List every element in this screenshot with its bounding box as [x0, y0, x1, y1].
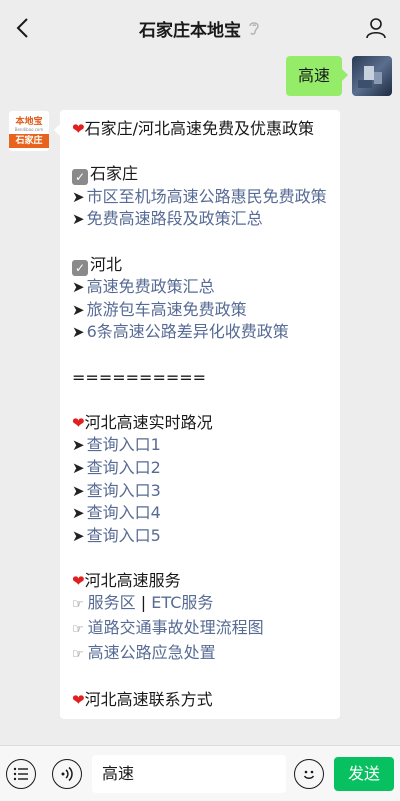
list-item: ➤ 旅游包车高速免费政策	[72, 299, 328, 322]
query-link[interactable]: 查询入口4	[87, 503, 161, 522]
separator: ==========	[72, 367, 207, 387]
list-item: ➤ 6条高速公路差异化收费政策	[72, 321, 328, 344]
avatar-logo-sub: Bendibao.com	[14, 126, 44, 132]
arrow-icon: ➤	[72, 481, 85, 500]
policy-link[interactable]: 旅游包车高速免费政策	[87, 300, 247, 319]
list-item: ➤ 免费高速路段及政策汇总	[72, 208, 328, 231]
heart-icon: ❤	[72, 690, 85, 709]
message-input[interactable]: 高速	[92, 755, 286, 793]
bot-message-bubble: ❤石家庄/河北高速免费及优惠政策 ✓ 石家庄 ➤ 市区至机场高速公路惠民免费政策 ➤…	[54, 110, 340, 720]
pointing-hand-icon: ☞	[72, 622, 84, 638]
profile-button[interactable]	[360, 12, 392, 44]
arrow-icon: ➤	[72, 187, 85, 206]
list-item: ➤ 高速免费政策汇总	[72, 276, 328, 299]
service-link[interactable]: 高速公路应急处置	[88, 643, 216, 662]
arrow-icon: ➤	[72, 504, 85, 523]
input-bar: 高速 发送	[0, 745, 400, 801]
section-heading-hebei: ✓ 河北	[72, 254, 328, 277]
avatar-logo-text: 本地宝	[15, 116, 43, 127]
title-wrap: 石家庄本地宝	[139, 16, 261, 41]
heart-icon: ❤	[72, 120, 85, 138]
query-link[interactable]: 查询入口1	[87, 435, 161, 454]
list-item: ➤ 查询入口1	[72, 434, 328, 457]
section-heading-traffic: ❤河北高速实时路况	[72, 412, 213, 432]
service-link[interactable]: 道路交通事故处理流程图	[88, 618, 264, 637]
user-message-bubble[interactable]: 高速	[285, 56, 349, 96]
bot-avatar[interactable]: 本地宝 Bendibao.com 石家庄	[8, 110, 50, 152]
list-item: ➤ 查询入口2	[72, 457, 328, 480]
menu-button[interactable]	[6, 759, 36, 789]
back-button[interactable]	[6, 12, 38, 44]
arrow-icon: ➤	[72, 436, 85, 455]
list-item: ☞ 服务区 | ETC服务	[72, 592, 328, 617]
page-title: 石家庄本地宝	[139, 20, 241, 41]
voice-button[interactable]	[52, 759, 82, 789]
person-icon	[366, 18, 386, 39]
list-item: ➤ 查询入口3	[72, 480, 328, 503]
arrow-icon: ➤	[72, 300, 85, 319]
user-avatar[interactable]	[352, 56, 392, 96]
pipe-separator: |	[140, 593, 147, 613]
list-item: ➤ 查询入口5	[72, 525, 328, 548]
heart-icon: ❤	[72, 571, 85, 590]
chat-area[interactable]: 高速 本地宝 Bendibao.com 石家庄 ❤石家庄/河北高速免费及优惠政策…	[0, 56, 400, 745]
voice-icon	[61, 766, 73, 782]
policy-link[interactable]: 市区至机场高速公路惠民免费政策	[87, 187, 327, 206]
smiley-icon	[303, 770, 315, 779]
arrow-icon: ➤	[72, 323, 85, 342]
section-heading-services: ❤河北高速服务	[72, 570, 181, 590]
etc-service-link[interactable]: ETC服务	[151, 593, 213, 612]
query-link[interactable]: 查询入口3	[87, 481, 161, 500]
service-area-link[interactable]: 服务区	[88, 593, 136, 612]
checkbox-icon: ✓	[72, 169, 88, 186]
send-button[interactable]: 发送	[334, 757, 394, 791]
list-item: ➤ 查询入口4	[72, 502, 328, 525]
policy-link[interactable]: 6条高速公路差异化收费政策	[87, 322, 289, 341]
chevron-left-icon	[16, 18, 28, 38]
checkbox-icon: ✓	[72, 259, 88, 276]
section-heading-shijiazhuang: ✓ 石家庄	[72, 163, 328, 186]
arrow-icon: ➤	[72, 458, 85, 477]
policy-link[interactable]: 免费高速路段及政策汇总	[87, 209, 263, 228]
arrow-icon: ➤	[72, 210, 85, 229]
menu-list-icon	[13, 767, 28, 781]
section-heading-contacts: ❤河北高速联系方式	[72, 689, 213, 709]
arrow-icon: ➤	[72, 278, 85, 297]
arrow-icon: ➤	[72, 526, 85, 545]
query-link[interactable]: 查询入口2	[87, 458, 161, 477]
message-title: 石家庄/河北高速免费及优惠政策	[84, 119, 314, 138]
policy-link[interactable]: 高速免费政策汇总	[87, 277, 215, 296]
ear-icon	[249, 22, 259, 35]
message-title-line: ❤石家庄/河北高速免费及优惠政策	[72, 118, 328, 141]
heart-icon: ❤	[72, 413, 85, 432]
list-item: ☞ 道路交通事故处理流程图	[72, 617, 328, 642]
emoji-button[interactable]	[294, 759, 324, 789]
list-item: ☞ 高速公路应急处置	[72, 642, 328, 667]
query-link[interactable]: 查询入口5	[87, 526, 161, 545]
avatar-city: 石家庄	[9, 133, 49, 148]
list-item: ➤ 市区至机场高速公路惠民免费政策	[72, 186, 328, 209]
pointing-hand-icon: ☞	[72, 646, 84, 662]
pointing-hand-icon: ☞	[72, 597, 84, 613]
chat-header: 石家庄本地宝	[0, 0, 400, 56]
user-message-row: 高速	[285, 56, 392, 96]
